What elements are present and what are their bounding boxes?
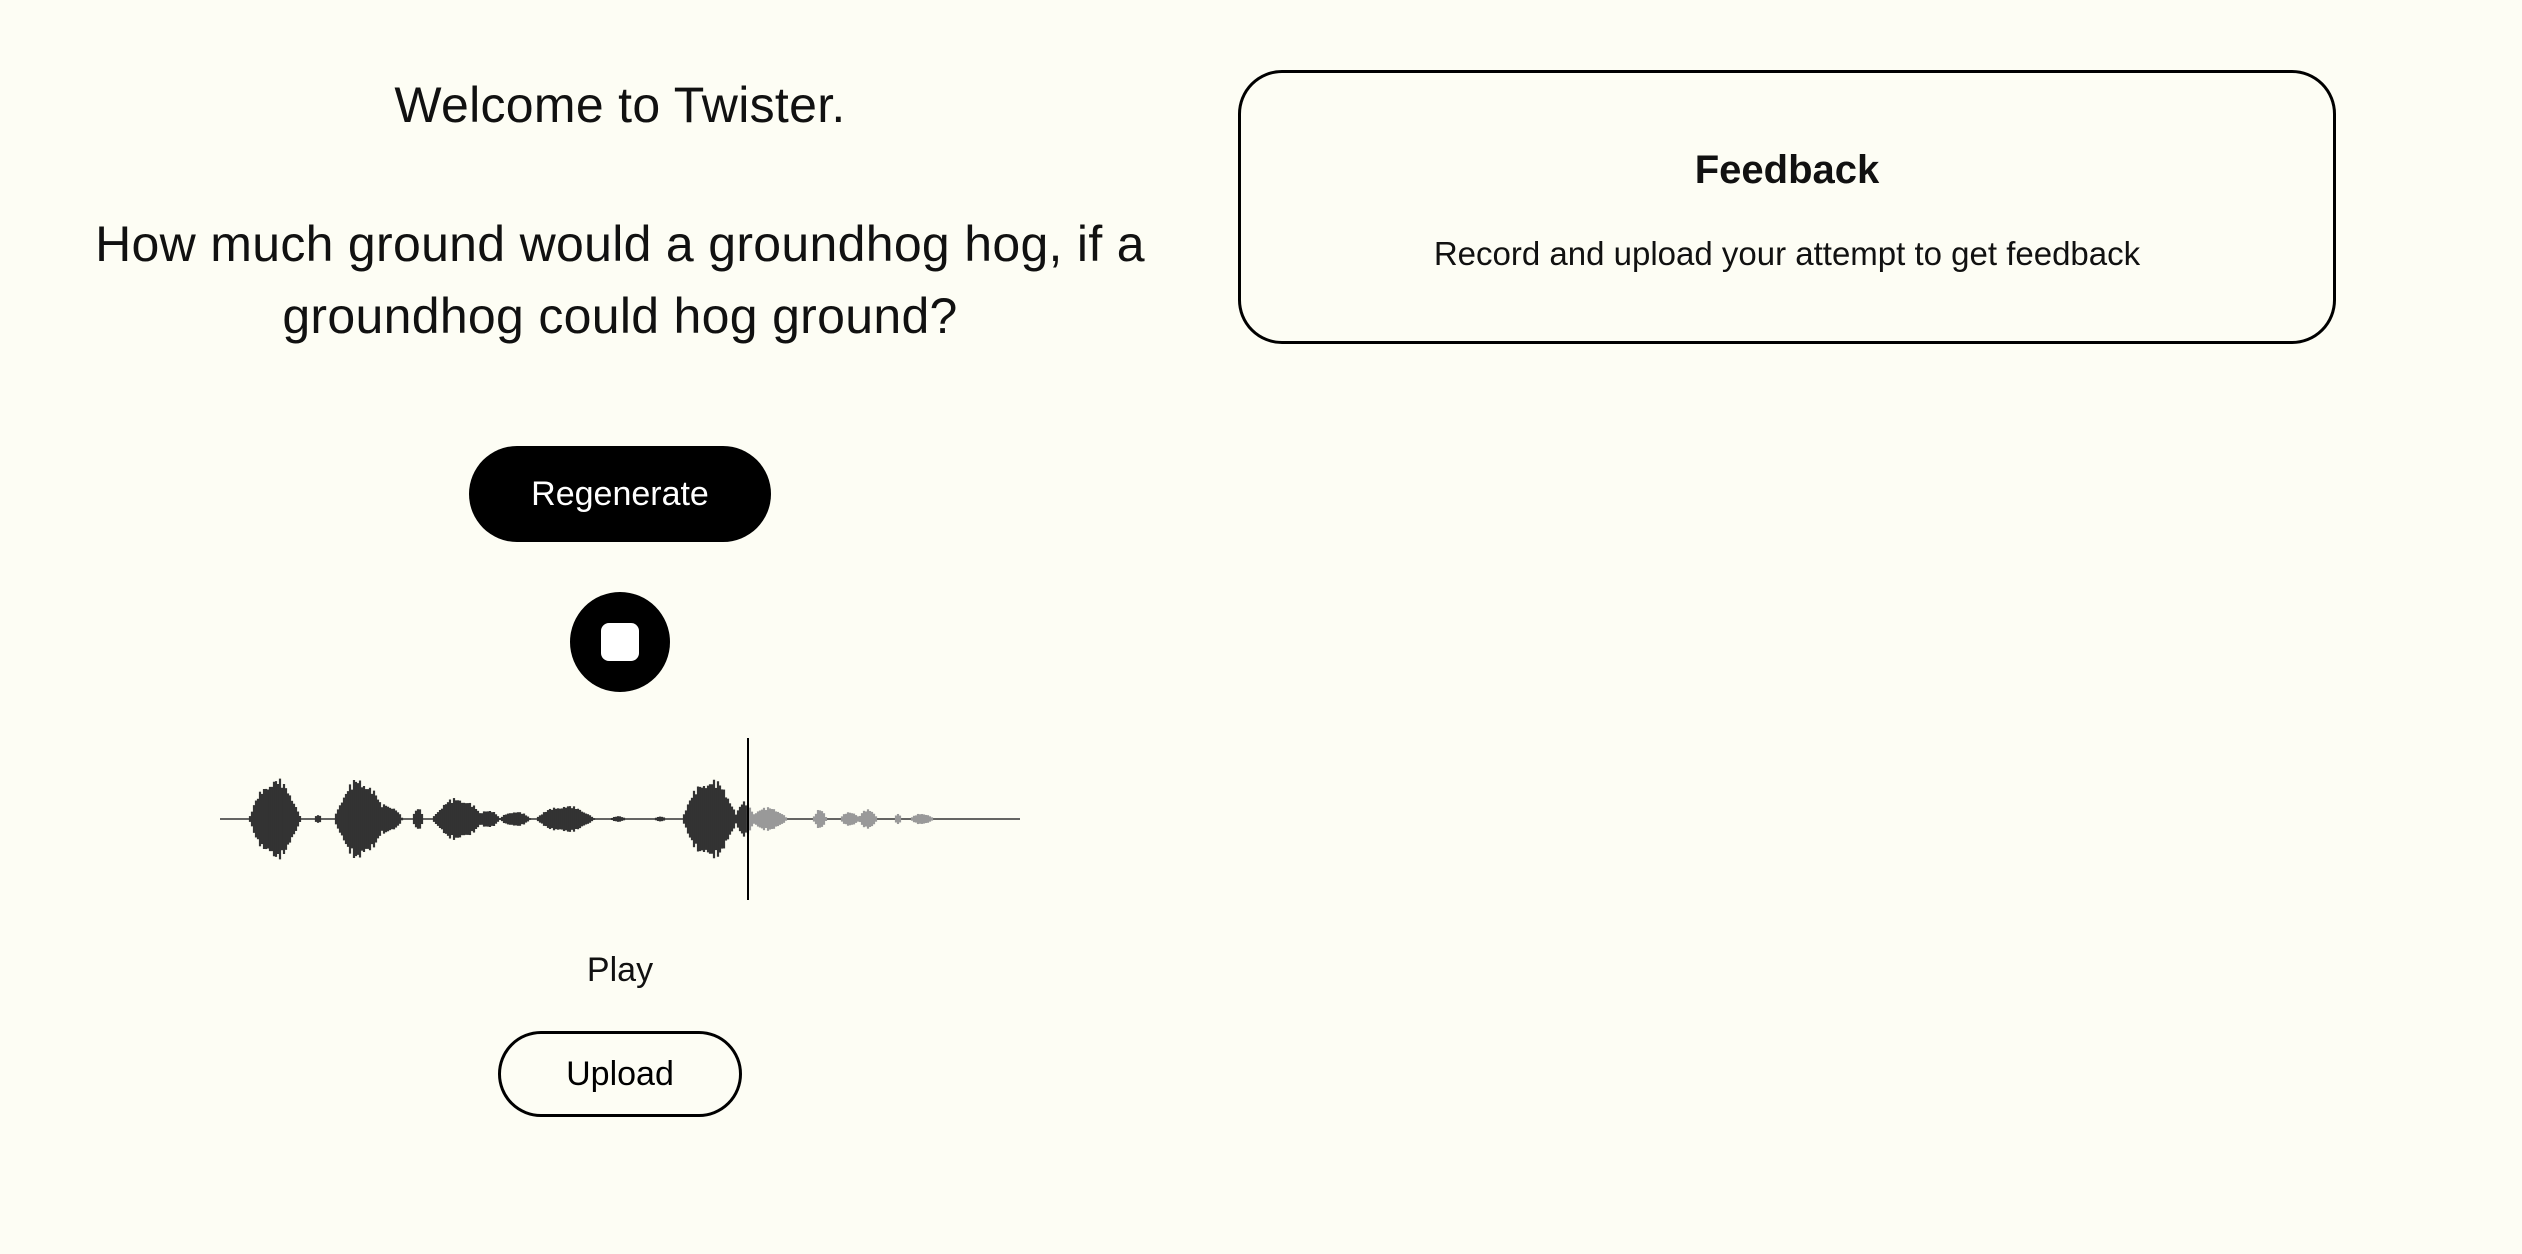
- feedback-panel: Feedback Record and upload your attempt …: [1238, 70, 2336, 344]
- feedback-title: Feedback: [1694, 148, 1880, 192]
- regenerate-button[interactable]: Regenerate: [469, 446, 771, 542]
- welcome-heading: Welcome to Twister.: [394, 77, 846, 133]
- tongue-twister-text: How much ground would a groundhog hog, i…: [95, 216, 1145, 344]
- upload-button[interactable]: Upload: [498, 1031, 742, 1117]
- record-stop-button[interactable]: [570, 592, 670, 692]
- practice-panel: Welcome to Twister. How much ground woul…: [0, 0, 1240, 1254]
- play-button[interactable]: Play: [500, 948, 740, 992]
- feedback-message: Record and upload your attempt to get fe…: [1433, 235, 2141, 272]
- audio-waveform[interactable]: [220, 738, 1020, 900]
- stop-icon: [601, 623, 639, 661]
- app-page: Welcome to Twister. How much ground woul…: [0, 0, 2522, 1254]
